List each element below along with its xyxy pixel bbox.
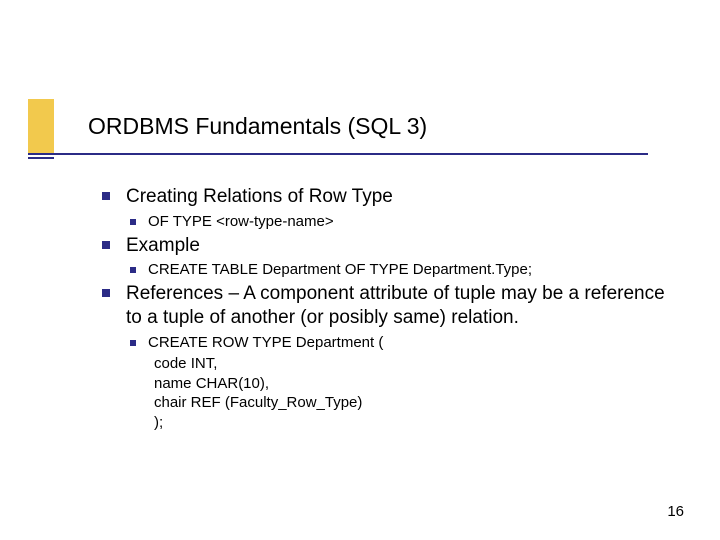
slide-title: ORDBMS Fundamentals (SQL 3): [88, 113, 427, 140]
bullet-level1: Creating Relations of Row Type: [100, 185, 670, 209]
bullet-text: CREATE ROW TYPE Department (: [148, 334, 383, 351]
bullet-text: Creating Relations of Row Type: [126, 186, 393, 207]
bullet-level2: OF TYPE <row-type-name>: [128, 213, 670, 232]
bullet-level1: References – A component attribute of tu…: [100, 282, 670, 330]
title-underline: [28, 153, 648, 155]
bullet-level2: CREATE TABLE Department OF TYPE Departme…: [128, 261, 670, 280]
bullet-text: CREATE TABLE Department OF TYPE Departme…: [148, 261, 532, 278]
code-line: );: [154, 413, 670, 433]
bullet-level2: CREATE ROW TYPE Department (: [128, 334, 670, 353]
accent-box: [28, 99, 54, 153]
slide-content: Creating Relations of Row Type OF TYPE <…: [100, 185, 670, 432]
slide: ORDBMS Fundamentals (SQL 3) Creating Rel…: [0, 0, 720, 540]
title-underline-short: [28, 157, 54, 159]
page-number: 16: [667, 503, 684, 520]
bullet-text: Example: [126, 235, 200, 256]
bullet-text: OF TYPE <row-type-name>: [148, 213, 334, 230]
code-line: chair REF (Faculty_Row_Type): [154, 393, 670, 413]
bullet-text: References – A component attribute of tu…: [126, 283, 665, 328]
code-line: code INT,: [154, 354, 670, 374]
bullet-level1: Example: [100, 234, 670, 258]
code-line: name CHAR(10),: [154, 374, 670, 394]
